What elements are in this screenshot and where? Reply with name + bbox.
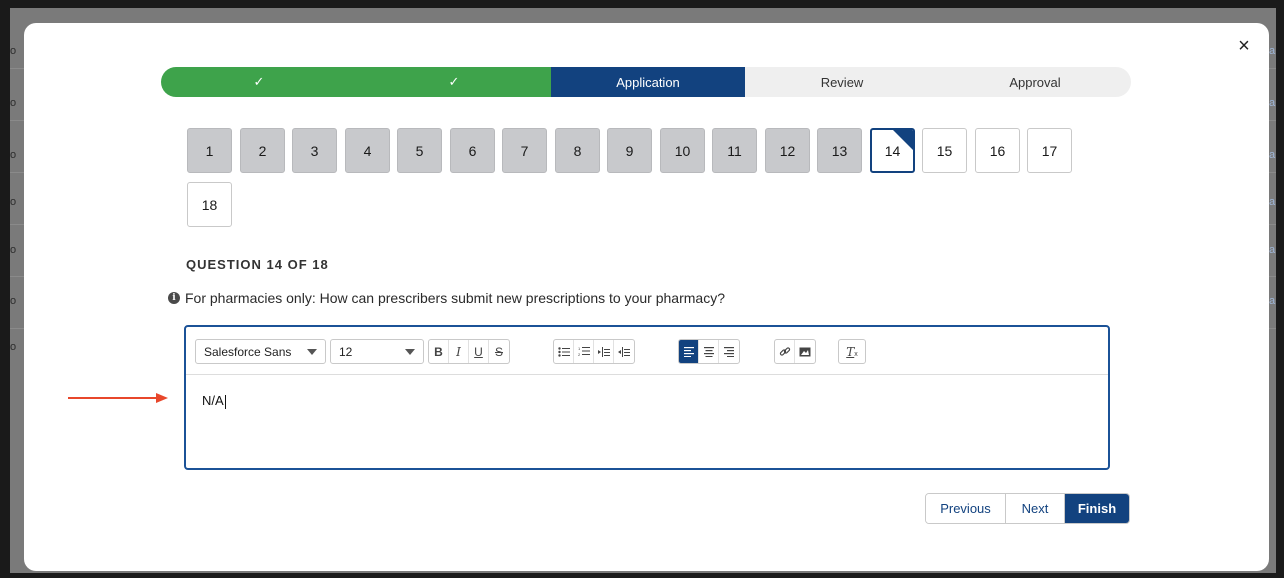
background-row-link: a (1269, 196, 1276, 208)
align-right-icon[interactable] (719, 340, 739, 363)
previous-button[interactable]: Previous (926, 494, 1006, 523)
path-step-review[interactable]: Review (745, 67, 953, 97)
question-text: For pharmacies only: How can prescribers… (185, 290, 725, 306)
bullet-list-icon[interactable] (554, 340, 574, 363)
background-row-text: o (10, 196, 17, 208)
annotation-arrow-icon (68, 393, 168, 403)
question-button-8[interactable]: 8 (555, 128, 600, 173)
question-button-13[interactable]: 13 (817, 128, 862, 173)
background-row-text: o (10, 97, 17, 109)
svg-text:2: 2 (578, 352, 581, 357)
question-button-18[interactable]: 18 (187, 182, 232, 227)
question-nav-group: Previous Next Finish (925, 493, 1130, 524)
font-size-select[interactable]: 12 (330, 339, 424, 364)
path-step-label: Approval (1009, 74, 1061, 90)
underline-icon[interactable]: U (469, 340, 489, 363)
background-row-text: o (10, 149, 17, 161)
question-button-9[interactable]: 9 (607, 128, 652, 173)
link-icon[interactable] (775, 340, 795, 363)
text-cursor (224, 394, 226, 409)
question-button-4[interactable]: 4 (345, 128, 390, 173)
info-icon: i (168, 292, 180, 304)
background-row-link: a (1269, 244, 1276, 256)
question-button-1[interactable]: 1 (187, 128, 232, 173)
question-button-6[interactable]: 6 (450, 128, 495, 173)
numbered-list-icon[interactable]: 12 (574, 340, 594, 363)
format-button-group: B I U S (428, 339, 510, 364)
background-row-link: a (1269, 45, 1276, 57)
strikethrough-icon[interactable]: S (489, 340, 509, 363)
indent-icon[interactable] (594, 340, 614, 363)
editor-content[interactable]: N/A (202, 393, 226, 409)
background-row-text: o (10, 45, 17, 57)
path-step-1[interactable]: ✓ (161, 67, 371, 97)
question-button-7[interactable]: 7 (502, 128, 547, 173)
background-row-link: a (1269, 149, 1276, 161)
close-icon[interactable]: × (1234, 36, 1254, 56)
clear-formatting-icon[interactable]: Tx (839, 340, 865, 363)
path-step-label: Review (820, 74, 864, 90)
question-button-15[interactable]: 15 (922, 128, 967, 173)
path-step-approval[interactable]: Approval (939, 67, 1131, 97)
question-button-2[interactable]: 2 (240, 128, 285, 173)
question-button-3[interactable]: 3 (292, 128, 337, 173)
align-center-icon[interactable] (699, 340, 719, 363)
path-step-2[interactable]: ✓ (357, 67, 565, 97)
question-button-10[interactable]: 10 (660, 128, 705, 173)
font-family-value: Salesforce Sans (204, 344, 292, 359)
current-marker (893, 130, 913, 150)
question-heading: QUESTION 14 OF 18 (186, 257, 329, 272)
checkmark-icon: ✓ (448, 74, 460, 89)
background-row-text: o (10, 341, 17, 353)
question-button-16[interactable]: 16 (975, 128, 1020, 173)
background-row-link: a (1269, 295, 1276, 307)
editor-toolbar: Salesforce Sans 12 B I U S 12 T x (186, 327, 1108, 375)
italic-icon[interactable]: I (449, 340, 469, 363)
bold-icon[interactable]: B (429, 340, 449, 363)
question-button-14[interactable]: 14 (870, 128, 915, 173)
svg-text:1: 1 (578, 346, 581, 351)
font-size-value: 12 (339, 344, 353, 359)
outdent-icon[interactable] (614, 340, 634, 363)
progress-path: ✓ ✓ Application Review Approval (161, 67, 1131, 97)
background-row-text: o (10, 295, 17, 307)
insert-button-group (774, 339, 816, 364)
path-step-application[interactable]: Application (551, 67, 759, 97)
question-prompt: i For pharmacies only: How can prescribe… (168, 290, 725, 306)
path-step-label: Application (616, 74, 680, 90)
background-row-text: o (10, 244, 17, 256)
question-button-11[interactable]: 11 (712, 128, 757, 173)
font-family-select[interactable]: Salesforce Sans (195, 339, 326, 364)
question-button-17[interactable]: 17 (1027, 128, 1072, 173)
background-row-link: a (1269, 97, 1276, 109)
clear-button-group: Tx (838, 339, 866, 364)
finish-button[interactable]: Finish (1065, 494, 1129, 523)
list-button-group: 12 (553, 339, 635, 364)
next-button[interactable]: Next (1006, 494, 1065, 523)
image-icon[interactable] (795, 340, 815, 363)
rich-text-editor[interactable]: Salesforce Sans 12 B I U S 12 T x N/A (184, 325, 1110, 470)
chevron-down-icon (307, 349, 317, 355)
align-left-icon[interactable] (679, 340, 699, 363)
align-button-group (678, 339, 740, 364)
checkmark-icon: ✓ (253, 74, 265, 89)
answer-text: N/A (202, 393, 224, 408)
chevron-down-icon (405, 349, 415, 355)
question-button-12[interactable]: 12 (765, 128, 810, 173)
question-button-5[interactable]: 5 (397, 128, 442, 173)
